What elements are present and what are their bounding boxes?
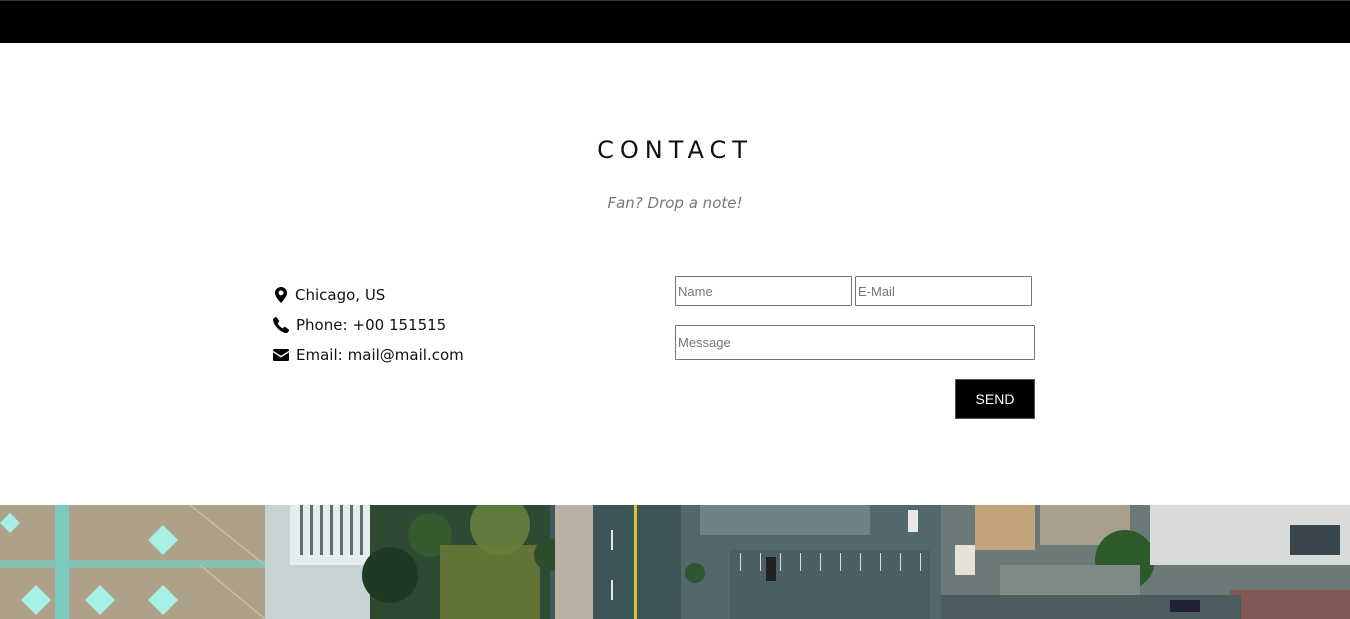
send-button[interactable]: SEND xyxy=(955,379,1035,419)
phone-number: +00 151515 xyxy=(352,316,447,334)
email-input[interactable] xyxy=(855,276,1032,306)
email-label: Email: xyxy=(296,346,343,364)
contact-subtitle: Fan? Drop a note! xyxy=(607,194,743,212)
message-input[interactable] xyxy=(675,325,1035,360)
top-navigation-bar xyxy=(0,0,1350,43)
location-row: Chicago, US xyxy=(272,280,464,310)
aerial-city-image xyxy=(0,505,1350,619)
phone-icon xyxy=(272,317,290,333)
envelope-icon xyxy=(272,349,290,361)
email-address: mail@mail.com xyxy=(347,346,464,364)
phone-label: Phone: xyxy=(296,316,348,334)
email-row: Email: mail@mail.com xyxy=(272,340,464,370)
phone-row: Phone: +00 151515 xyxy=(272,310,464,340)
name-input[interactable] xyxy=(675,276,852,306)
contact-title: CONTACT xyxy=(597,136,753,164)
map-marker-icon xyxy=(272,287,290,303)
location-text: Chicago, US xyxy=(295,286,386,304)
contact-info: Chicago, US Phone: +00 151515 Email: mai… xyxy=(272,280,464,370)
